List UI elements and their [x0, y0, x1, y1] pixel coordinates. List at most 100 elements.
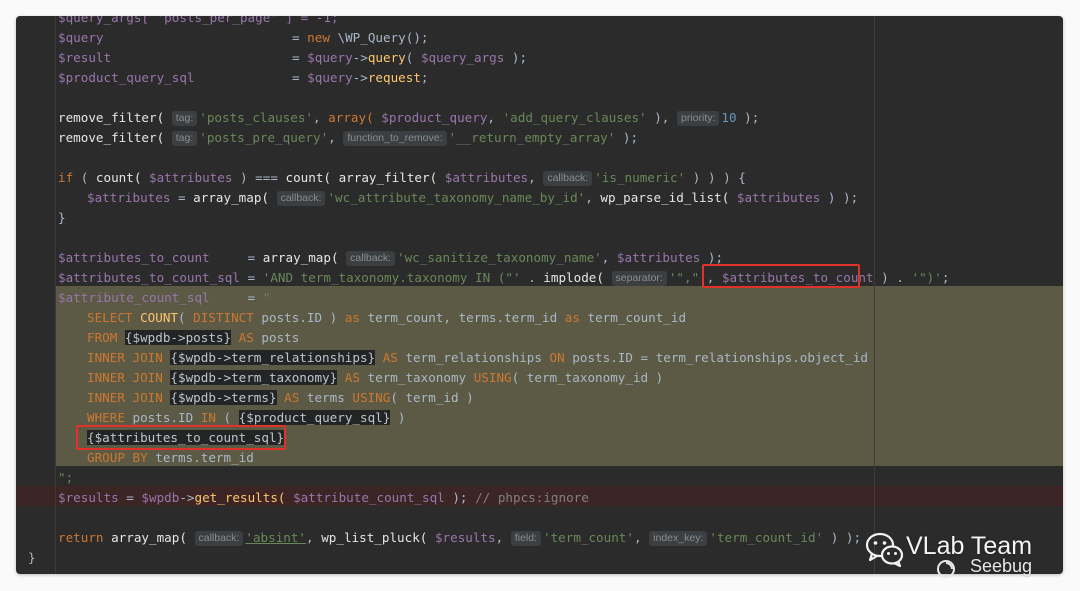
param-hint: callback: [276, 191, 326, 206]
code-token: 'absint' [245, 530, 307, 545]
code-token: ); [736, 110, 760, 125]
code-token: "; [58, 470, 74, 485]
code-line: $results = $wpdb->get_results( $attribut… [16, 488, 1063, 508]
code-token: terms [299, 390, 353, 405]
code-token: ); [444, 490, 476, 505]
code-token: } [58, 210, 66, 225]
code-token: '")' [911, 270, 942, 285]
code-token: return [58, 530, 104, 545]
code-token: {$wpdb->terms} [170, 390, 277, 405]
code-token: as [564, 310, 580, 325]
code-token: $query [58, 30, 104, 45]
code-token: AS [231, 330, 254, 345]
code-area[interactable]: $query_args[ 'posts_per_page' ] = -1; $q… [16, 16, 1063, 568]
code-token: ON [549, 350, 565, 365]
code-token: $query [307, 50, 353, 65]
code-line: $query_args[ 'posts_per_page' ] = -1; [16, 16, 1063, 28]
code-token: 'add_query_clauses' [502, 110, 647, 125]
code-token: 'term_count' [542, 530, 634, 545]
param-hint: index_key: [649, 531, 708, 546]
code-token: $attributes [141, 170, 233, 185]
code-line: remove_filter( tag:'posts_pre_query', fu… [16, 128, 1063, 148]
code-line: INNER JOIN {$wpdb->term_relationships} A… [16, 348, 1063, 368]
code-token: ); [700, 250, 724, 265]
param-hint: tag: [171, 111, 198, 126]
code-token: term_relationships [397, 350, 550, 365]
code-token: $attributes [729, 190, 821, 205]
code-token: wp_parse_id_list( [600, 190, 730, 205]
code-token: IN [200, 410, 216, 425]
code-line: if ( count( $attributes ) === count( arr… [16, 168, 1063, 188]
code-token: '__return_empty_array' [448, 130, 616, 145]
annotation-box-implode-arg [702, 264, 860, 288]
code-token: , [487, 110, 503, 125]
param-hint: priority: [676, 111, 720, 126]
code-token: count( [285, 170, 332, 185]
code-token: COUNT [140, 310, 178, 325]
code-line: $query = new \WP_Query(); [16, 28, 1063, 48]
code-token: INNER JOIN [87, 370, 171, 385]
code-token: count( [95, 170, 142, 185]
code-token: , [601, 250, 617, 265]
code-token: ) ); [820, 190, 859, 205]
param-hint: separator: [611, 271, 667, 286]
code-token: implode( [543, 270, 604, 285]
code-token: 10 [721, 110, 737, 125]
code-token: INNER JOIN [87, 390, 171, 405]
code-token: $wpdb [141, 490, 180, 505]
code-token: $results [58, 490, 119, 505]
code-token: , [633, 530, 642, 545]
code-token: ( [73, 170, 96, 185]
code-token: array_filter( [331, 170, 438, 185]
code-token: term_count, terms.term_id [360, 310, 565, 325]
code-token: ( [215, 410, 239, 425]
code-token: $attributes [437, 170, 529, 185]
code-token: 'posts_pre_query' [199, 130, 329, 145]
code-token: $product_query_sql [58, 70, 195, 85]
code-token: posts.ID ) [253, 310, 345, 325]
param-hint: callback: [543, 171, 593, 186]
code-token: -> [179, 490, 195, 505]
code-token: = [292, 50, 308, 65]
code-token: ; [420, 70, 429, 85]
code-token: ) . [873, 270, 912, 285]
param-hint: function_to_remove: [343, 131, 447, 146]
code-token: get_results( [194, 490, 286, 505]
code-token: ( term_id ) [390, 390, 474, 405]
code-token: ( [405, 50, 421, 65]
code-token: $result [58, 50, 112, 65]
code-token: $attributes [616, 250, 701, 265]
code-line: $attributes_to_count = array_map( callba… [16, 248, 1063, 268]
code-token: ) ) ) { [685, 170, 746, 185]
code-token: ); [615, 130, 639, 145]
code-token: term_taxonomy [359, 370, 474, 385]
code-editor-window: $query_args[ 'posts_per_page' ] = -1; $q… [16, 16, 1063, 574]
code-token: , [495, 530, 504, 545]
code-token: request [367, 70, 421, 85]
code-token: if [58, 170, 74, 185]
code-token: USING [352, 390, 391, 405]
code-token: posts.ID = term_relationships.object_id [564, 350, 868, 365]
code-token: $attributes [87, 190, 171, 205]
code-token: ), [646, 110, 670, 125]
code-token: ( term_taxonomy_id ) [511, 370, 664, 385]
code-line: $product_query_sql = $query->request; [16, 68, 1063, 88]
code-token: array_map( [193, 190, 269, 205]
code-line: GROUP BY terms.term_id [16, 448, 1063, 468]
code-token: remove_filter( [58, 130, 165, 145]
code-token: WHERE [87, 410, 125, 425]
code-token: USING [473, 370, 512, 385]
code-token: , [528, 170, 536, 185]
code-line: } [16, 208, 1063, 228]
code-line: $attributes = array_map( callback:'wc_at… [16, 188, 1063, 208]
code-token: as [344, 310, 361, 325]
code-comment: // phpcs:ignore [475, 490, 589, 505]
code-line: $attributes_to_count_sql = 'AND term_tax… [16, 268, 1063, 288]
code-line: $result = $query->query( $query_args ); [16, 48, 1063, 68]
code-token: ) ); [823, 530, 862, 545]
code-token: , [328, 130, 336, 145]
code-token: posts.ID [124, 410, 201, 425]
code-token: {$wpdb->term_relationships} [170, 350, 376, 365]
